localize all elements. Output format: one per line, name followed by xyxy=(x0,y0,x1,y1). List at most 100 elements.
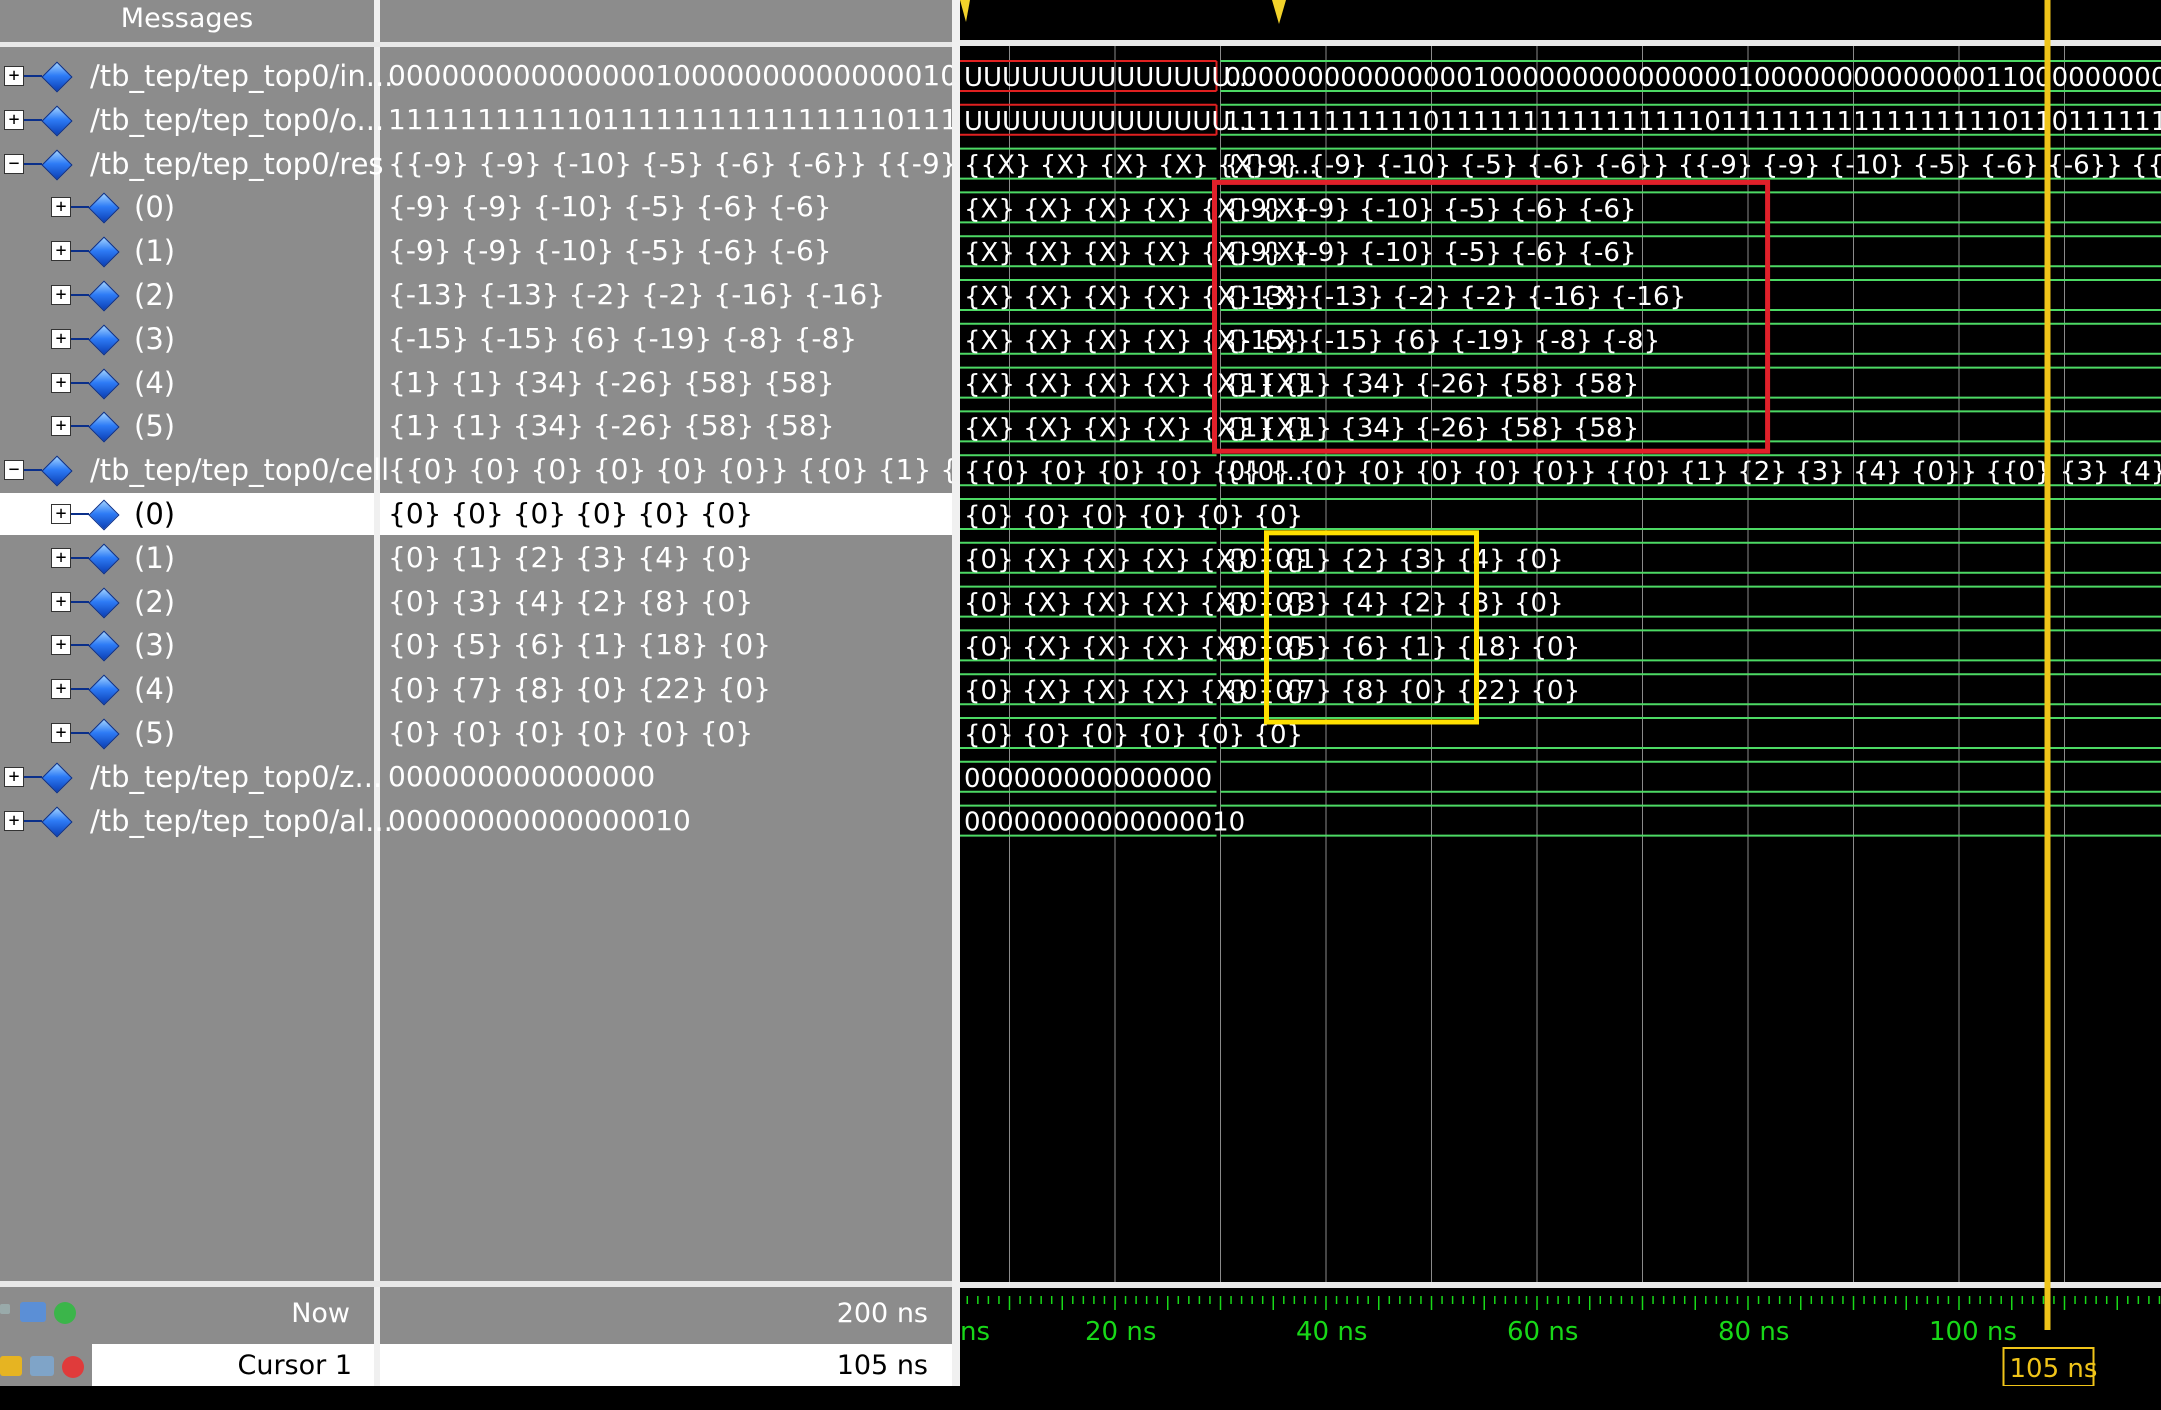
expand-icon[interactable]: + xyxy=(51,591,71,612)
waveform-canvas[interactable]: UUUUUUUUUUUUUU...00000000000000010000000… xyxy=(960,0,2161,1386)
wave-value-label: {-15} {-15} {6} {-19} {-8} {-8} xyxy=(1225,326,1661,356)
signal-name-row[interactable]: + (1) xyxy=(0,230,374,272)
wave-value-label: {1} {1} {34} {-26} {58} {58} xyxy=(1225,370,1640,400)
expand-icon[interactable]: + xyxy=(51,285,71,305)
wave-value-label: {0} {0} {0} {0} {0} {0} xyxy=(964,501,1303,531)
cursor-value: 105 ns xyxy=(836,1350,928,1381)
signal-name-row[interactable]: + (5) xyxy=(0,712,374,754)
signal-name: /tb_tep/tep_top0/in... xyxy=(90,59,394,93)
signal-value: {{0} {0} {0} {0} {0} {0}} {{0} {1} {2} {… xyxy=(388,453,952,487)
wave-value-label: UUUUUUUUUUUUUU... xyxy=(964,107,1255,137)
zoom-icon[interactable] xyxy=(0,1304,10,1314)
tree-connector xyxy=(71,337,89,340)
signal-name-row[interactable]: + (4) xyxy=(0,668,374,710)
signal-value: {-13} {-13} {-2} {-2} {-16} {-16} xyxy=(388,278,886,311)
signal-diamond-icon xyxy=(41,105,73,137)
expand-icon[interactable]: + xyxy=(51,416,71,437)
wave-value-label: {1} {1} {34} {-26} {58} {58} xyxy=(1225,413,1640,443)
signal-diamond-icon xyxy=(88,192,120,224)
signal-diamond-icon xyxy=(88,280,120,312)
wave-header-divider xyxy=(960,40,2161,46)
wrench-icon[interactable] xyxy=(30,1356,54,1376)
expand-icon[interactable]: + xyxy=(51,679,71,700)
snapshot-icon[interactable] xyxy=(20,1302,46,1322)
wave-pane[interactable]: UUUUUUUUUUUUUU... 00000000000000010000000… xyxy=(960,0,2161,1386)
signal-value-row[interactable]: {0} {7} {8} {0} {22} {0} xyxy=(380,668,952,710)
collapse-icon[interactable]: − xyxy=(4,460,24,481)
signal-value: {0} {5} {6} {1} {18} {0} xyxy=(388,628,771,662)
remove-cursor-icon[interactable] xyxy=(62,1356,84,1378)
signal-name-row[interactable]: + (2) xyxy=(0,274,374,316)
signal-value-row[interactable]: {0} {3} {4} {2} {8} {0} xyxy=(380,581,952,623)
signal-name-row[interactable]: + (3) xyxy=(0,624,374,666)
tree-connector xyxy=(71,294,89,296)
signal-name-row[interactable]: + /tb_tep/tep_top0/z... xyxy=(0,756,382,798)
signal-value-row[interactable]: {1} {1} {34} {-26} {58} {58} xyxy=(380,405,952,447)
expand-icon[interactable]: + xyxy=(51,504,71,524)
signal-name-row[interactable]: + (1) xyxy=(0,537,374,579)
expand-icon[interactable]: + xyxy=(4,109,24,130)
signal-value-row[interactable]: 00000000000000010 xyxy=(380,800,952,842)
tree-connector xyxy=(24,469,42,472)
signal-value-row[interactable]: 0000000000000001000000000000001000000 xyxy=(380,55,952,97)
signal-value-row[interactable]: {0} {5} {6} {1} {18} {0} xyxy=(380,624,952,666)
signal-name-row[interactable]: + (5) xyxy=(0,405,374,447)
expand-icon[interactable]: + xyxy=(4,766,24,787)
signal-value-row[interactable]: {-15} {-15} {6} {-19} {-8} {-8} xyxy=(380,318,952,360)
signal-name-row[interactable]: + (0) xyxy=(0,186,374,228)
signal-name: /tb_tep/tep_top0/z... xyxy=(90,759,383,794)
add-cursor-icon[interactable] xyxy=(54,1302,76,1324)
signal-value-row[interactable]: 1111111111101111111111111111011111111 xyxy=(380,99,952,141)
signal-name-row[interactable]: + /tb_tep/tep_top0/o... xyxy=(0,99,384,141)
signal-name-row[interactable]: + /tb_tep/tep_top0/in... xyxy=(0,55,393,97)
tree-connector xyxy=(71,250,89,253)
signal-value-row[interactable]: {0} {0} {0} {0} {0} {0} xyxy=(380,493,952,535)
signal-name: (4) xyxy=(134,365,176,400)
expand-icon[interactable]: + xyxy=(51,547,71,568)
messages-header: Messages xyxy=(120,3,254,34)
signal-name-row[interactable]: + (3) xyxy=(0,318,374,360)
signal-value-row[interactable]: {{-9} {-9} {-10} {-5} {-6} {-6}} {{-9} {… xyxy=(380,143,952,185)
signal-value: {1} {1} {34} {-26} {58} {58} xyxy=(388,409,835,443)
signal-name-row[interactable]: + /tb_tep/tep_top0/al... xyxy=(0,800,393,842)
signal-value-row[interactable]: {0} {0} {0} {0} {0} {0} xyxy=(380,712,952,754)
expand-icon[interactable]: + xyxy=(51,328,71,349)
signal-name: (1) xyxy=(134,540,176,575)
signal-value-row[interactable]: {1} {1} {34} {-26} {58} {58} xyxy=(380,362,952,404)
signal-diamond-icon xyxy=(41,61,73,93)
expand-icon[interactable]: + xyxy=(4,810,24,831)
signal-diamond-icon xyxy=(88,718,120,750)
signal-value-row[interactable]: {{0} {0} {0} {0} {0} {0}} {{0} {1} {2} {… xyxy=(380,449,952,491)
tree-connector xyxy=(71,556,89,559)
expand-icon[interactable]: + xyxy=(51,372,71,393)
signal-value-row[interactable]: {-9} {-9} {-10} {-5} {-6} {-6} xyxy=(380,186,952,228)
signal-diamond-icon xyxy=(88,411,120,443)
signal-diamond-icon xyxy=(88,324,120,356)
expand-icon[interactable]: + xyxy=(51,635,71,656)
signal-diamond-icon xyxy=(88,236,120,268)
lock-icon[interactable] xyxy=(0,1356,22,1376)
signal-value-row[interactable]: {0} {1} {2} {3} {4} {0} xyxy=(380,537,952,579)
signal-name: (5) xyxy=(134,409,176,444)
tree-connector xyxy=(71,513,89,515)
expand-icon[interactable]: + xyxy=(51,723,71,743)
signal-value-row[interactable]: {-9} {-9} {-10} {-5} {-6} {-6} xyxy=(380,230,952,272)
signal-name: (4) xyxy=(134,672,176,707)
signal-value: 000000000000000 xyxy=(388,759,656,793)
signal-value-row[interactable]: {-13} {-13} {-2} {-2} {-16} {-16} xyxy=(380,274,952,316)
tree-connector xyxy=(71,688,89,691)
signal-value-row[interactable]: 000000000000000 xyxy=(380,756,952,798)
signal-name-row[interactable]: − /tb_tep/tep_top0/res xyxy=(0,143,384,185)
expand-icon[interactable]: + xyxy=(4,66,24,86)
signal-value: 00000000000000010 xyxy=(388,803,691,837)
expand-icon[interactable]: + xyxy=(51,197,71,218)
wave-value-label: 1111111111110111111111111111101111111111… xyxy=(1225,107,2161,137)
signal-name-row[interactable]: + (0) xyxy=(0,493,374,535)
collapse-icon[interactable]: − xyxy=(4,153,24,174)
signal-name-row[interactable]: − /tb_tep/tep_top0/cell xyxy=(0,449,389,491)
expand-icon[interactable]: + xyxy=(51,241,71,262)
pane-splitter[interactable] xyxy=(952,0,960,1386)
signal-name-row[interactable]: + (2) xyxy=(0,581,374,623)
cursor-label[interactable]: Cursor 1 xyxy=(100,1350,352,1381)
signal-name-row[interactable]: + (4) xyxy=(0,362,374,404)
